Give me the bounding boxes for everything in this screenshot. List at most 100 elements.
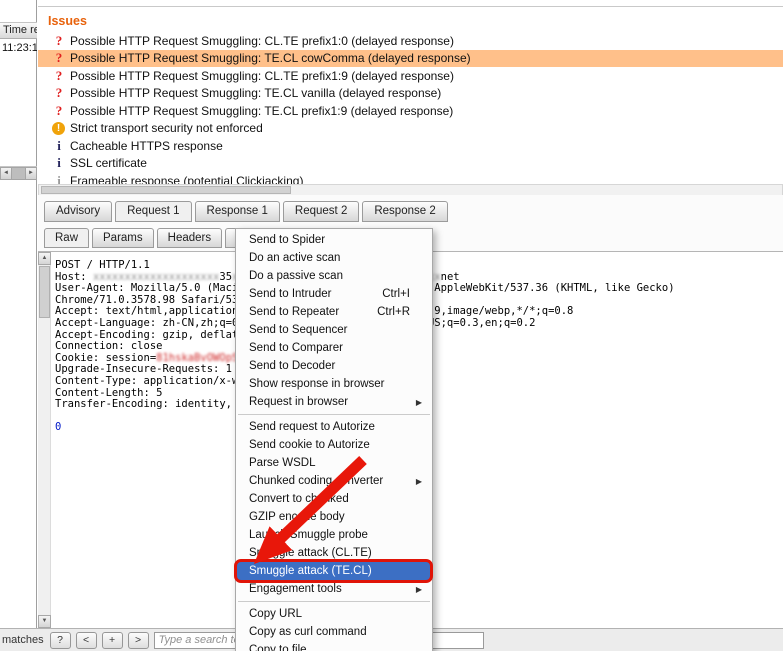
menu-item-convert-to-chunked[interactable]: Convert to chunked: [236, 490, 432, 508]
history-horizontal-scrollbar[interactable]: ◄ ►: [0, 166, 37, 180]
search-help-button[interactable]: ?: [49, 631, 71, 649]
menu-item-label: Send cookie to Autorize: [249, 439, 370, 451]
editor-vertical-scrollbar[interactable]: ▲ ▼: [38, 252, 51, 628]
menu-item-label: GZIP encode body: [249, 511, 345, 523]
scroll-down-icon[interactable]: ▼: [38, 615, 51, 628]
issue-row[interactable]: ? Possible HTTP Request Smuggling: TE.CL …: [38, 102, 783, 120]
menu-item-label: Chunked coding converter: [249, 475, 384, 487]
red-question-icon: ?: [55, 85, 63, 101]
issue-row[interactable]: i Cacheable HTTPS response: [38, 137, 783, 155]
menu-item-label: Send to Spider: [249, 234, 326, 246]
menu-item-do-a-passive-scan[interactable]: Do a passive scan: [236, 267, 432, 285]
red-question-icon: ?: [55, 102, 63, 118]
menu-item-send-cookie-to-autorize[interactable]: Send cookie to Autorize: [236, 436, 432, 454]
scrollbar-thumb[interactable]: [41, 186, 291, 194]
submenu-arrow-icon: ▶: [415, 476, 422, 486]
menu-item-label: Convert to chunked: [249, 493, 349, 505]
scroll-up-icon[interactable]: ▲: [38, 252, 51, 265]
menu-item-label: Copy URL: [249, 608, 303, 620]
search-buttons: ? < + >: [49, 631, 154, 649]
menu-item-do-an-active-scan[interactable]: Do an active scan: [236, 249, 432, 267]
subtab-params[interactable]: Params: [92, 228, 154, 248]
menu-separator: [238, 414, 430, 415]
menu-item-chunked-coding-converter[interactable]: Chunked coding converter ▶: [236, 472, 432, 490]
menu-item-request-in-browser[interactable]: Request in browser ▶: [236, 393, 432, 411]
menu-item-label: Show response in browser: [249, 378, 385, 390]
burp-suite-window: Time rec 11:23:19 ◄ ► Issues ? Possible H…: [0, 0, 783, 651]
menu-item-send-to-decoder[interactable]: Send to Decoder: [236, 357, 432, 375]
menu-item-label: Send to Repeater: [249, 306, 340, 318]
menu-item-parse-wsdl[interactable]: Parse WSDL: [236, 454, 432, 472]
menu-item-copy-to-file[interactable]: Copy to file: [236, 641, 432, 651]
prev-match-button[interactable]: <: [75, 631, 97, 649]
next-match-button[interactable]: >: [127, 631, 149, 649]
menu-item-show-response-in-browser[interactable]: Show response in browser: [236, 375, 432, 393]
issue-row[interactable]: ? Possible HTTP Request Smuggling: TE.CL …: [38, 49, 783, 67]
tab-request-2[interactable]: Request 2: [282, 201, 360, 222]
menu-item-engagement-tools[interactable]: Engagement tools ▶: [236, 580, 432, 598]
issue-label: Possible HTTP Request Smuggling: TE.CL c…: [70, 51, 471, 66]
issue-row[interactable]: ? Possible HTTP Request Smuggling: CL.TE …: [38, 32, 783, 50]
red-question-icon: ?: [55, 67, 63, 83]
menu-item-label: Copy as curl command: [249, 626, 367, 638]
issue-label: Possible HTTP Request Smuggling: CL.TE p…: [70, 68, 454, 83]
info-icon: i: [57, 155, 61, 171]
submenu-arrow-icon: ▶: [415, 584, 422, 594]
menu-item-label: Parse WSDL: [249, 457, 316, 469]
issue-row[interactable]: i SSL certificate: [38, 155, 783, 173]
issue-row[interactable]: ? Possible HTTP Request Smuggling: CL.TE …: [38, 67, 783, 85]
menu-item-label: Engagement tools: [249, 583, 342, 595]
menu-item-label: Smuggle attack (TE.CL): [249, 565, 372, 577]
issue-label: Possible HTTP Request Smuggling: TE.CL v…: [70, 86, 442, 101]
matches-label: matches: [2, 634, 44, 646]
scroll-right-icon[interactable]: ►: [25, 167, 37, 180]
menu-item-send-to-repeater[interactable]: Send to Repeater Ctrl+R: [236, 303, 432, 321]
issue-row[interactable]: ? Possible HTTP Request Smuggling: TE.CL …: [38, 85, 783, 103]
subtab-headers[interactable]: Headers: [156, 228, 223, 248]
column-header-time[interactable]: Time rec: [0, 22, 37, 39]
menu-item-smuggle-attack-cl-te[interactable]: Smuggle attack (CL.TE): [236, 544, 432, 562]
red-question-icon: ?: [55, 32, 63, 48]
menu-item-smuggle-attack-te-cl[interactable]: Smuggle attack (TE.CL): [234, 559, 433, 583]
red-question-icon: ?: [55, 50, 63, 66]
menu-item-send-to-intruder[interactable]: Send to Intruder Ctrl+I: [236, 285, 432, 303]
tab-response-1[interactable]: Response 1: [194, 201, 280, 222]
tab-request-1[interactable]: Request 1: [115, 201, 192, 222]
menu-item-send-to-spider[interactable]: Send to Spider: [236, 231, 432, 249]
scroll-left-icon[interactable]: ◄: [0, 167, 12, 180]
menu-item-label: Smuggle attack (CL.TE): [249, 547, 372, 559]
menu-item-label: Copy to file: [249, 644, 307, 651]
issue-label: Possible HTTP Request Smuggling: TE.CL p…: [70, 103, 454, 118]
menu-item-gzip-encode-body[interactable]: GZIP encode body: [236, 508, 432, 526]
history-panel-fragment: Time rec 11:23:19 ◄ ►: [0, 0, 37, 628]
menu-item-label: Send request to Autorize: [249, 421, 375, 433]
menu-item-send-to-comparer[interactable]: Send to Comparer: [236, 339, 432, 357]
menu-item-label: Send to Decoder: [249, 360, 336, 372]
menu-item-copy-as-curl-command[interactable]: Copy as curl command: [236, 623, 432, 641]
issue-row[interactable]: ! Strict transport security not enforced: [38, 120, 783, 138]
menu-item-label: Send to Sequencer: [249, 324, 348, 336]
issues-panel: Issues ? Possible HTTP Request Smuggling:…: [38, 6, 783, 196]
add-search-button[interactable]: +: [101, 631, 123, 649]
issue-label: Cacheable HTTPS response: [70, 138, 223, 153]
issue-label: Strict transport security not enforced: [70, 121, 263, 136]
tab-response-2[interactable]: Response 2: [362, 201, 448, 222]
context-menu: Send to Spider Do an active scan Do a pass…: [234, 228, 433, 651]
menu-item-send-request-to-autorize[interactable]: Send request to Autorize: [236, 418, 432, 436]
history-row-time[interactable]: 11:23:19: [0, 42, 37, 54]
info-icon: i: [57, 137, 61, 153]
menu-item-copy-url[interactable]: Copy URL: [236, 605, 432, 623]
scrollbar-thumb[interactable]: [39, 266, 50, 318]
scrollbar-track[interactable]: [12, 167, 25, 180]
menu-item-label: Do a passive scan: [249, 270, 343, 282]
menu-item-label: Launch Smuggle probe: [249, 529, 368, 541]
menu-item-label: Send to Comparer: [249, 342, 343, 354]
menu-item-send-to-sequencer[interactable]: Send to Sequencer: [236, 321, 432, 339]
menu-shortcut: Ctrl+I: [382, 288, 410, 300]
menu-shortcut: Ctrl+R: [377, 306, 410, 318]
issues-list: ? Possible HTTP Request Smuggling: CL.TE …: [38, 32, 783, 190]
main-tabs: Advisory Request 1 Response 1 Request 2 Resp…: [44, 201, 451, 222]
tab-advisory[interactable]: Advisory: [44, 201, 113, 222]
subtab-raw[interactable]: Raw: [44, 228, 90, 248]
menu-item-launch-smuggle-probe[interactable]: Launch Smuggle probe: [236, 526, 432, 544]
